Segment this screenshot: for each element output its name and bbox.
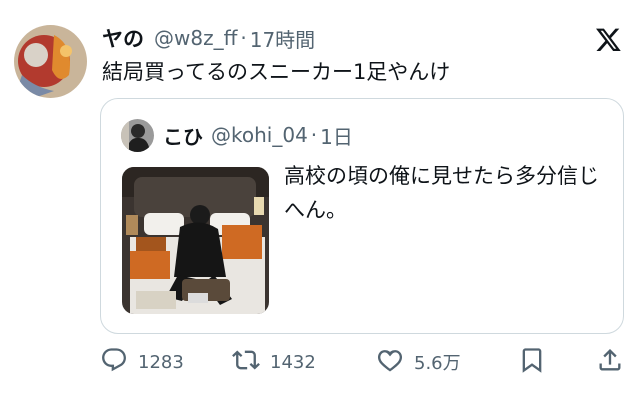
quoted-tweet-photo[interactable] — [122, 167, 269, 314]
bookmark-button[interactable] — [518, 346, 546, 378]
quoted-author-avatar[interactable] — [121, 119, 154, 152]
quoted-author-name[interactable]: こひ — [163, 121, 203, 150]
quoted-author-handle[interactable]: @kohi_04 — [211, 123, 308, 147]
tweet-card: ヤの @w8z_ff · 17時間 結局買ってるのスニーカー1足やんけ こひ @… — [0, 0, 640, 411]
separator-dot: · — [310, 123, 318, 147]
author-handle[interactable]: @w8z_ff — [154, 26, 237, 50]
author-avatar[interactable] — [14, 25, 87, 98]
share-icon — [596, 346, 624, 379]
retweet-icon — [232, 346, 260, 379]
tweet-actions: 1283 1432 5.6万 — [100, 346, 630, 378]
quoted-tweet[interactable]: こひ @kohi_04 · 1日 高校の頃の俺に見せたら多分信じへん。 — [100, 98, 624, 334]
bookmark-icon — [518, 346, 546, 379]
reply-count: 1283 — [138, 351, 184, 373]
like-button[interactable]: 5.6万 — [376, 346, 461, 378]
quoted-tweet-header: こひ @kohi_04 · 1日 — [163, 121, 353, 149]
reply-icon — [100, 346, 128, 379]
separator-dot: · — [240, 26, 247, 50]
heart-icon — [376, 346, 404, 379]
retweet-button[interactable]: 1432 — [232, 346, 316, 378]
share-button[interactable] — [596, 346, 624, 378]
quoted-tweet-timestamp[interactable]: 1日 — [320, 121, 353, 150]
like-count: 5.6万 — [414, 353, 461, 374]
x-logo-icon — [595, 26, 622, 53]
tweet-timestamp[interactable]: 17時間 — [250, 24, 315, 53]
tweet-header: ヤの @w8z_ff · 17時間 — [102, 24, 315, 52]
tweet-text: 結局買ってるのスニーカー1足やんけ — [102, 60, 451, 84]
author-name[interactable]: ヤの — [102, 23, 144, 53]
retweet-count: 1432 — [270, 351, 316, 373]
quoted-tweet-text: 高校の頃の俺に見せたら多分信じへん。 — [284, 164, 599, 222]
reply-button[interactable]: 1283 — [100, 346, 184, 378]
